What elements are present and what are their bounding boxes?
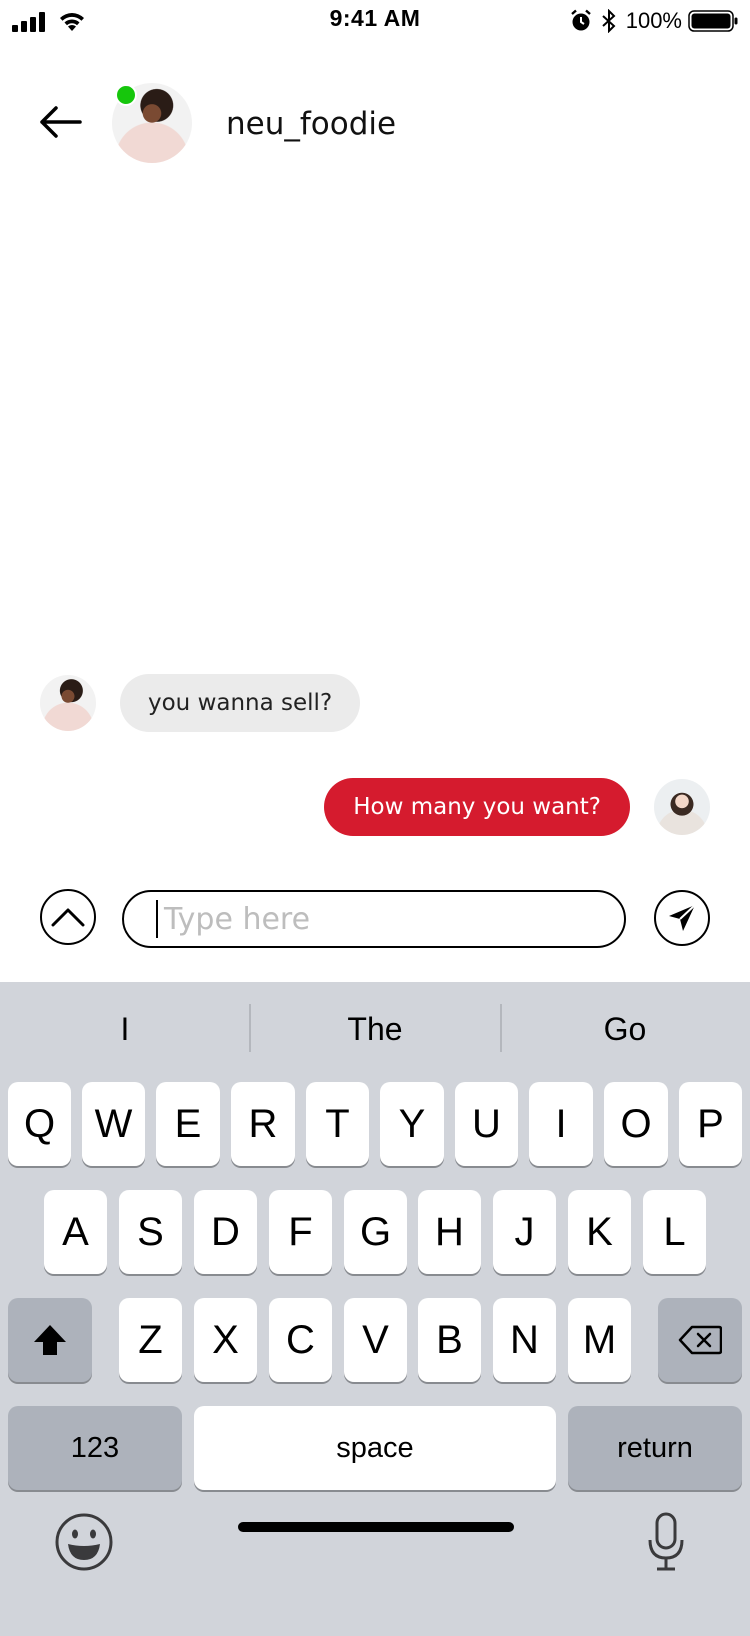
sender-avatar bbox=[40, 675, 96, 731]
shift-key[interactable] bbox=[8, 1298, 92, 1382]
key-z[interactable]: Z bbox=[119, 1298, 182, 1382]
expand-options-button[interactable] bbox=[40, 889, 96, 945]
online-status-dot bbox=[115, 84, 137, 106]
key-o[interactable]: O bbox=[604, 1082, 668, 1166]
emoji-icon[interactable] bbox=[54, 1512, 114, 1572]
suggestion-2[interactable]: The bbox=[250, 982, 500, 1076]
contact-username: neu_foodie bbox=[226, 106, 397, 142]
outgoing-message-row: How many you want? bbox=[324, 778, 710, 836]
key-n[interactable]: N bbox=[493, 1298, 556, 1382]
key-f[interactable]: F bbox=[269, 1190, 332, 1274]
suggestion-bar: I The Go bbox=[0, 982, 750, 1076]
chevron-up-icon bbox=[51, 908, 85, 927]
key-k[interactable]: K bbox=[568, 1190, 631, 1274]
key-q[interactable]: Q bbox=[8, 1082, 71, 1166]
key-g[interactable]: G bbox=[344, 1190, 407, 1274]
message-input[interactable]: Type here bbox=[122, 890, 626, 948]
battery-icon bbox=[688, 10, 738, 32]
key-j[interactable]: J bbox=[493, 1190, 556, 1274]
chat-header: neu_foodie bbox=[0, 70, 750, 180]
message-input-placeholder: Type here bbox=[164, 901, 311, 937]
key-e[interactable]: E bbox=[156, 1082, 220, 1166]
send-icon bbox=[669, 904, 696, 931]
key-s[interactable]: S bbox=[119, 1190, 182, 1274]
key-i[interactable]: I bbox=[529, 1082, 593, 1166]
outgoing-message-bubble[interactable]: How many you want? bbox=[324, 778, 630, 836]
key-r[interactable]: R bbox=[231, 1082, 295, 1166]
my-avatar bbox=[654, 779, 710, 835]
key-h[interactable]: H bbox=[418, 1190, 481, 1274]
status-bar: 9:41 AM 100% bbox=[0, 0, 750, 44]
incoming-message-bubble[interactable]: you wanna sell? bbox=[120, 674, 361, 732]
space-key[interactable]: space bbox=[194, 1406, 556, 1490]
message-composer: Type here bbox=[0, 888, 750, 948]
status-right: 100% bbox=[570, 6, 738, 36]
back-button[interactable] bbox=[32, 94, 88, 150]
keyboard: I The Go Q W E R T Y U I O P A S D F G H… bbox=[0, 982, 750, 1636]
backspace-key[interactable] bbox=[658, 1298, 742, 1382]
battery-percent: 100% bbox=[625, 8, 682, 33]
key-l[interactable]: L bbox=[643, 1190, 706, 1274]
key-y[interactable]: Y bbox=[380, 1082, 444, 1166]
key-m[interactable]: M bbox=[568, 1298, 631, 1382]
home-indicator[interactable] bbox=[238, 1522, 514, 1532]
shift-arrow-icon bbox=[34, 1325, 66, 1355]
suggestion-3[interactable]: Go bbox=[500, 982, 750, 1076]
key-p[interactable]: P bbox=[679, 1082, 742, 1166]
send-button[interactable] bbox=[654, 890, 710, 946]
suggestion-1[interactable]: I bbox=[0, 982, 250, 1076]
key-c[interactable]: C bbox=[269, 1298, 332, 1382]
backspace-icon bbox=[678, 1325, 722, 1355]
key-b[interactable]: B bbox=[418, 1298, 481, 1382]
key-t[interactable]: T bbox=[306, 1082, 369, 1166]
numbers-key[interactable]: 123 bbox=[8, 1406, 182, 1490]
key-x[interactable]: X bbox=[194, 1298, 257, 1382]
text-caret bbox=[156, 900, 158, 938]
key-w[interactable]: W bbox=[82, 1082, 145, 1166]
microphone-icon[interactable] bbox=[646, 1512, 686, 1572]
key-u[interactable]: U bbox=[455, 1082, 518, 1166]
key-d[interactable]: D bbox=[194, 1190, 257, 1274]
arrow-left-icon bbox=[40, 106, 82, 138]
incoming-message-row: you wanna sell? bbox=[40, 674, 361, 732]
key-v[interactable]: V bbox=[344, 1298, 407, 1382]
return-key[interactable]: return bbox=[568, 1406, 742, 1490]
key-a[interactable]: A bbox=[44, 1190, 107, 1274]
alarm-icon bbox=[570, 9, 591, 31]
bluetooth-icon bbox=[602, 9, 616, 33]
